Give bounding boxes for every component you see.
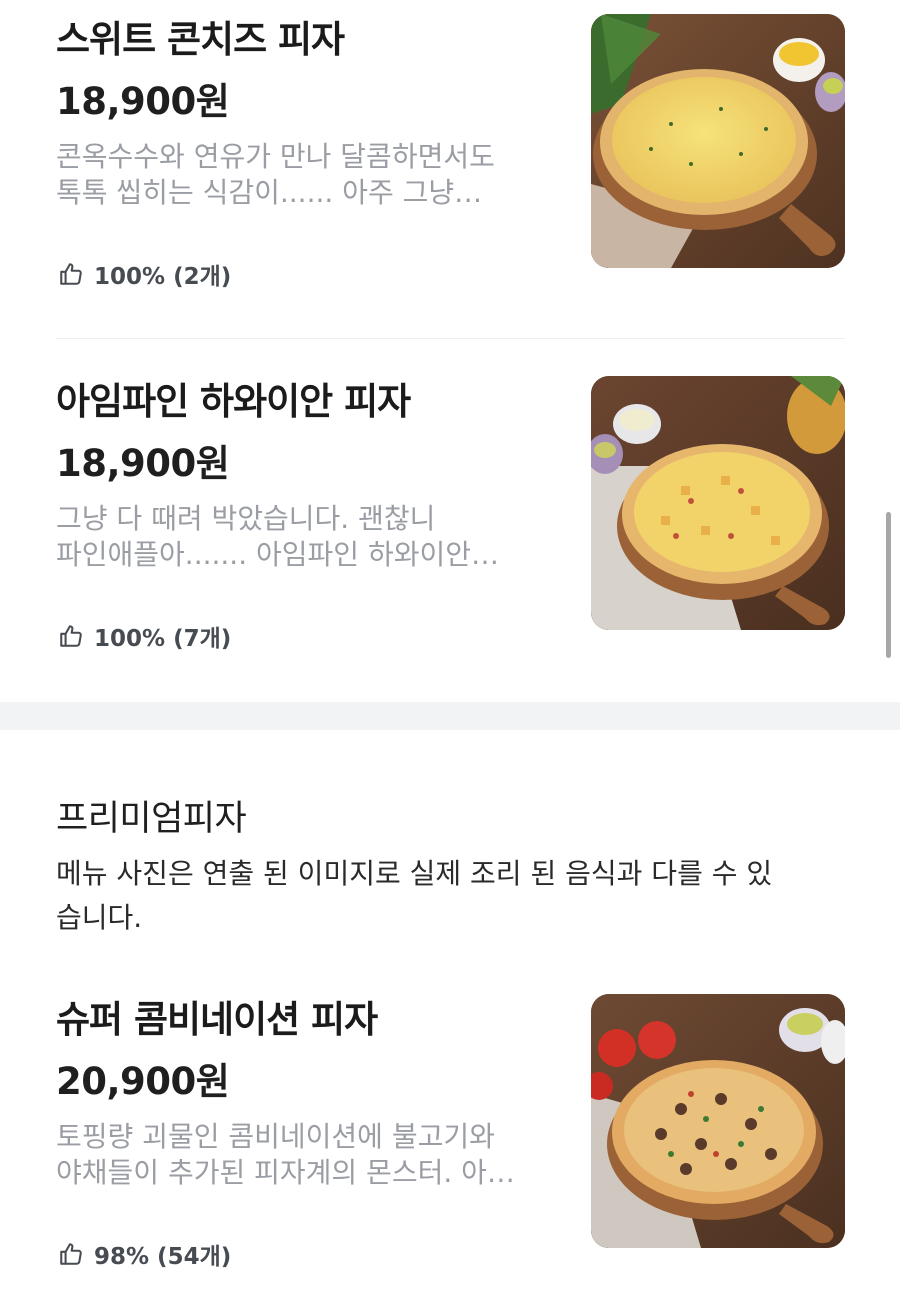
item-rating: 100% (7개) xyxy=(58,618,231,654)
item-price: 18,900원 xyxy=(56,442,230,485)
thumbs-up-icon xyxy=(60,625,82,647)
scrollbar[interactable] xyxy=(886,512,891,658)
thumbs-up-icon xyxy=(60,263,82,285)
item-description-line: 파인애플아....... 아임파인 하와이안… xyxy=(56,538,499,571)
rating-text: 98% (54개) xyxy=(94,1244,232,1270)
item-price: 20,900원 xyxy=(56,1060,230,1103)
section-title: 프리미엄피자 xyxy=(56,799,247,839)
item-description: 그냥 다 때려 박았습니다. 괜찮니 파인애플아....... 아임파인 하와이… xyxy=(56,501,556,573)
item-description-line: 그냥 다 때려 박았습니다. 괜찮니 xyxy=(56,502,436,535)
section-gap xyxy=(0,702,900,730)
sweet-corn-cheese-pizza-image[interactable] xyxy=(591,14,845,268)
rating-text: 100% (2개) xyxy=(94,264,232,290)
hawaiian-pizza-image[interactable] xyxy=(591,376,845,630)
item-description: 토핑량 괴물인 콤비네이션에 불고기와 야채들이 추가된 피자계의 몬스터. 아… xyxy=(56,1119,556,1191)
item-divider xyxy=(56,338,845,339)
item-description: 콘옥수수와 연유가 만나 달콤하면서도 톡톡 씹히는 식감이...... 아주 … xyxy=(56,139,556,211)
item-rating: 98% (54개) xyxy=(58,1236,231,1272)
item-rating: 100% (2개) xyxy=(58,256,231,292)
item-name: 스위트 콘치즈 피자 xyxy=(56,18,345,61)
item-name: 슈퍼 콤비네이션 피자 xyxy=(56,998,378,1041)
thumbs-up-icon xyxy=(60,1243,82,1265)
item-description-line: 토핑량 괴물인 콤비네이션에 불고기와 xyxy=(56,1120,495,1153)
super-combination-pizza-image[interactable] xyxy=(591,994,845,1248)
item-description-line: 톡톡 씹히는 식감이...... 아주 그냥… xyxy=(56,176,483,209)
item-description-line: 야채들이 추가된 피자계의 몬스터. 아… xyxy=(56,1156,515,1189)
section-note: 메뉴 사진은 연출 된 이미지로 실제 조리 된 음식과 다를 수 있습니다. xyxy=(56,857,773,934)
item-price: 18,900원 xyxy=(56,80,230,123)
item-description-line: 콘옥수수와 연유가 만나 달콤하면서도 xyxy=(56,140,495,173)
item-name: 아임파인 하와이안 피자 xyxy=(56,380,411,423)
rating-text: 100% (7개) xyxy=(94,626,232,652)
